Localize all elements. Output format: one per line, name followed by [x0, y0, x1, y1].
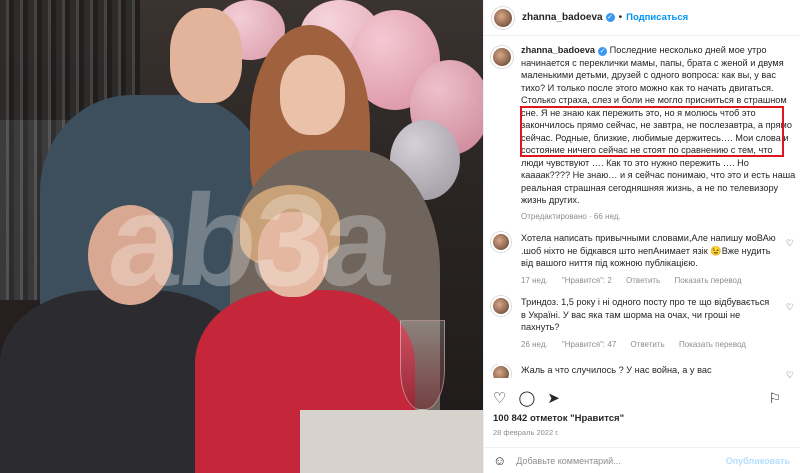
- reply-button[interactable]: Ответить: [626, 276, 660, 285]
- avatar[interactable]: [491, 296, 511, 316]
- comment-meta: 26 нед. "Нравится": 47 Ответить Показать…: [521, 339, 776, 352]
- comment-likes[interactable]: "Нравится": 47: [562, 340, 616, 349]
- follow-button[interactable]: Подписаться: [626, 12, 688, 23]
- person-woman-face: [280, 55, 345, 135]
- list-item: Триндоз. 1,5 року і ні одного посту про …: [491, 296, 796, 351]
- dining-table: [300, 410, 483, 473]
- avatar[interactable]: [492, 6, 514, 29]
- verified-badge-icon: ✓: [598, 47, 608, 56]
- publish-button[interactable]: Опубликовать: [726, 456, 790, 466]
- username-link[interactable]: zhanna_badoeva: [522, 12, 603, 23]
- comment-body: Жаль а что случилось ? У нас война, а у …: [521, 364, 776, 378]
- edited-label: Отредактировано · 66 нед.: [521, 211, 621, 221]
- likes-count[interactable]: 100 842 отметок "Нравится": [493, 413, 624, 424]
- add-comment-bar: ☺ Опубликовать: [483, 447, 800, 473]
- post-date[interactable]: 28 февраль 2022 г.: [493, 428, 559, 437]
- avatar[interactable]: [491, 46, 513, 68]
- post-photo[interactable]: ab3a: [0, 0, 483, 473]
- comment-likes[interactable]: "Нравится": 2: [562, 276, 612, 285]
- emoji-icon[interactable]: ☺: [493, 453, 506, 468]
- share-icon[interactable]: ➤: [547, 389, 560, 407]
- avatar[interactable]: [491, 232, 511, 252]
- comment-text: Хотела написать привычными словами,Але н…: [521, 233, 776, 268]
- comment-input[interactable]: [516, 455, 726, 466]
- highlight-box: [520, 106, 784, 157]
- comment-body: Хотела написать привычными словами,Але н…: [521, 232, 776, 287]
- heart-icon[interactable]: ♡: [786, 370, 794, 378]
- reply-button[interactable]: Ответить: [631, 340, 665, 349]
- wine-glass: [400, 320, 445, 410]
- comment-text: Триндоз. 1,5 року і ні одного посту про …: [521, 297, 770, 332]
- heart-icon[interactable]: ♡: [786, 302, 794, 313]
- heart-icon[interactable]: ♡: [493, 389, 506, 407]
- post-header: zhanna_badoeva ✓ • Подписаться: [484, 0, 800, 36]
- list-item: Жаль а что случилось ? У нас война, а у …: [491, 364, 796, 378]
- comment-meta: 17 нед. "Нравится": 2 Ответить Показать …: [521, 275, 776, 288]
- comment-icon[interactable]: ◯: [518, 389, 535, 407]
- comment-age: 17 нед.: [521, 275, 548, 285]
- translate-link[interactable]: Показать перевод: [679, 340, 746, 349]
- comment-age: 26 нед.: [521, 339, 548, 349]
- person-young-man-head: [170, 8, 242, 103]
- caption-username[interactable]: zhanna_badoeva: [521, 45, 595, 55]
- comment-body: Триндоз. 1,5 року і ні одного посту про …: [521, 296, 776, 351]
- verified-badge-icon: ✓: [605, 13, 615, 22]
- list-item: Хотела написать привычными словами,Але н…: [491, 232, 796, 287]
- watermark-logo: ab3a: [102, 167, 398, 313]
- separator-dot: •: [618, 12, 623, 23]
- bookmark-icon[interactable]: ⚐: [768, 390, 781, 407]
- post-actions: ♡ ◯ ➤ ⚐: [493, 388, 793, 408]
- avatar[interactable]: [491, 364, 511, 378]
- heart-icon[interactable]: ♡: [786, 238, 794, 249]
- translate-link[interactable]: Показать перевод: [674, 276, 741, 285]
- comment-text: Жаль а что случилось ? У нас война, а у …: [521, 365, 712, 375]
